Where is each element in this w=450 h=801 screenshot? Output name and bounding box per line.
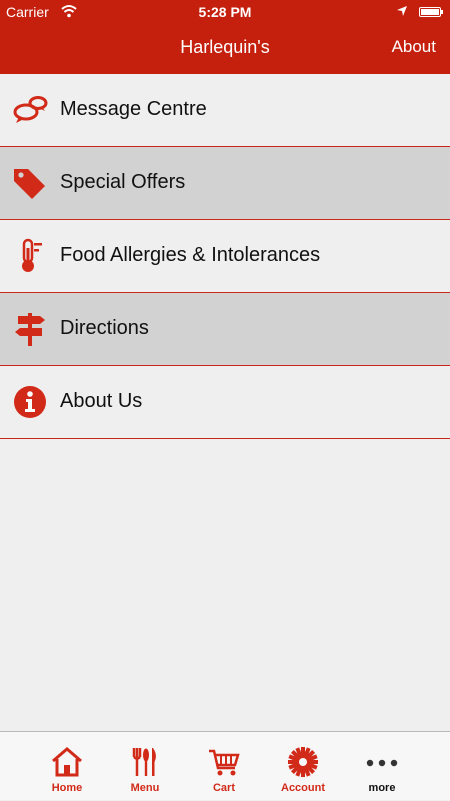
cutlery-icon — [129, 746, 161, 778]
nav-bar: Harlequin's About — [0, 24, 450, 74]
tab-menu[interactable]: Menu — [100, 732, 190, 801]
tab-cart[interactable]: Cart — [179, 732, 269, 801]
gear-icon — [287, 746, 319, 778]
tab-label: Account — [281, 782, 325, 794]
info-icon — [12, 384, 48, 420]
thermometer-icon — [12, 238, 48, 274]
tab-label: Menu — [130, 782, 160, 794]
tab-more[interactable]: more — [337, 732, 427, 801]
menu-item-food-allergies[interactable]: Food Allergies & Intolerances — [0, 220, 450, 293]
tab-label: Cart — [212, 782, 235, 794]
page-title: Harlequin's — [180, 37, 270, 57]
tab-label: more — [368, 782, 396, 794]
chat-bubbles-icon — [12, 92, 48, 128]
menu-item-label: Directions — [60, 317, 149, 339]
tab-home[interactable]: Home — [22, 732, 112, 801]
tab-bar: Home Menu Cart Account more — [0, 731, 450, 800]
menu-item-label: Special Offers — [60, 171, 186, 193]
about-button[interactable]: About — [392, 37, 436, 57]
signpost-icon — [12, 311, 48, 347]
menu-item-label: Food Allergies & Intolerances — [60, 244, 321, 266]
battery-icon — [419, 7, 443, 17]
menu-item-message-centre[interactable]: Message Centre — [0, 74, 450, 147]
menu-item-special-offers[interactable]: Special Offers — [0, 147, 450, 220]
more-dots-icon — [366, 746, 398, 778]
menu-item-about-us[interactable]: About Us — [0, 366, 450, 439]
status-time: 5:28 PM — [198, 4, 252, 20]
cart-icon — [208, 746, 240, 778]
tab-account[interactable]: Account — [258, 732, 348, 801]
price-tag-icon — [12, 165, 48, 201]
location-arrow-icon — [396, 4, 408, 20]
menu-item-directions[interactable]: Directions — [0, 293, 450, 366]
menu-item-label: About Us — [60, 390, 143, 412]
home-icon — [51, 746, 83, 778]
tab-label: Home — [51, 782, 83, 794]
status-bar: Carrier 5:28 PM — [0, 0, 450, 24]
menu-item-label: Message Centre — [60, 98, 207, 120]
menu-list: Message Centre Special Offers Food Aller… — [0, 74, 450, 439]
